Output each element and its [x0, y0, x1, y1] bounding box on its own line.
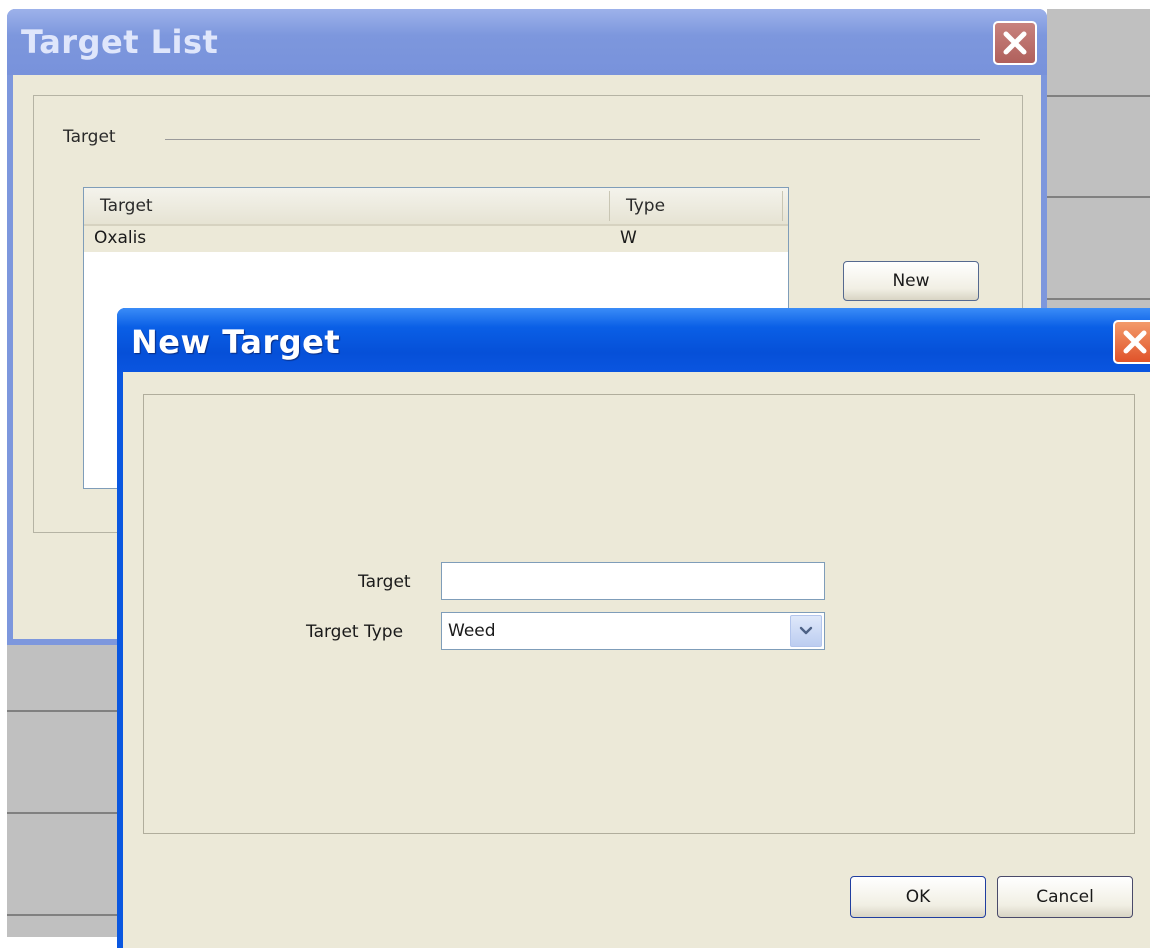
- close-icon: [1123, 330, 1147, 354]
- target-label: Target: [358, 572, 411, 592]
- target-type-label: Target Type: [306, 622, 404, 642]
- dropdown-button[interactable]: [790, 615, 822, 647]
- column-header-type[interactable]: Type: [626, 196, 665, 216]
- cell-target: Oxalis: [94, 228, 147, 248]
- cell-type: W: [620, 228, 637, 248]
- ok-button[interactable]: OK: [850, 876, 986, 918]
- target-type-select[interactable]: Weed: [441, 612, 825, 650]
- new-target-client: Target Target Type Weed OK Cancel: [123, 372, 1150, 948]
- group-separator: [165, 139, 980, 140]
- close-icon: [1003, 31, 1027, 55]
- cancel-button[interactable]: Cancel: [997, 876, 1133, 918]
- background-line: [1047, 298, 1150, 300]
- column-header-target[interactable]: Target: [100, 196, 153, 216]
- column-divider[interactable]: [609, 191, 610, 221]
- chevron-down-icon: [799, 626, 813, 635]
- target-type-value: Weed: [448, 621, 496, 641]
- target-list-title: Target List: [21, 23, 219, 61]
- new-target-close-button[interactable]: [1113, 320, 1150, 364]
- new-button[interactable]: New: [843, 261, 979, 301]
- target-group-label: Target: [63, 127, 116, 147]
- background-line: [1047, 95, 1150, 97]
- table-header: Target Type: [84, 188, 788, 226]
- column-divider[interactable]: [782, 191, 783, 221]
- background-line: [1047, 196, 1150, 198]
- target-list-titlebar[interactable]: Target List: [7, 9, 1047, 75]
- new-target-title: New Target: [131, 323, 341, 361]
- target-input[interactable]: [441, 562, 825, 600]
- background-line: [7, 914, 117, 916]
- background-line: [7, 710, 117, 712]
- background-line: [7, 812, 117, 814]
- desktop-background-bottom: [7, 645, 117, 937]
- new-target-titlebar[interactable]: New Target: [117, 308, 1150, 372]
- table-row[interactable]: Oxalis W: [84, 226, 788, 252]
- new-target-window: New Target Target Target Type Weed OK Ca…: [117, 308, 1150, 948]
- target-list-close-button[interactable]: [993, 21, 1037, 65]
